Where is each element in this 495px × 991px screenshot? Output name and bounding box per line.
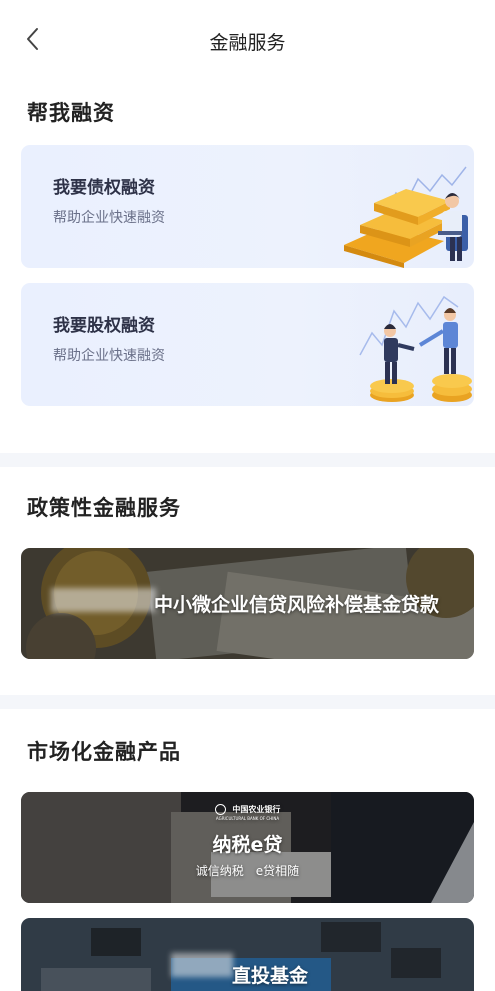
business-handshake-illustration bbox=[359, 295, 472, 402]
section-divider bbox=[0, 453, 495, 467]
bank-name-en: AGRICULTURAL BANK OF CHINA bbox=[215, 816, 280, 821]
tax-loan-title: 纳税e贷 bbox=[212, 834, 283, 856]
equity-financing-card[interactable]: 我要股权融资 帮助企业快速融资 bbox=[21, 283, 474, 406]
bank-logo: 中国农业银行 bbox=[21, 804, 474, 815]
bank-emblem-icon bbox=[214, 804, 226, 815]
policy-section-title: 政策性金融服务 bbox=[27, 496, 181, 520]
page-title: 金融服务 bbox=[209, 32, 286, 54]
policy-loan-banner[interactable]: 中小微企业信贷风险补偿基金贷款 bbox=[21, 548, 474, 659]
debt-financing-card[interactable]: 我要债权融资 帮助企业快速融资 bbox=[21, 145, 474, 268]
section-divider bbox=[0, 695, 495, 709]
bank-name: 中国农业银行 bbox=[232, 805, 281, 814]
market-section-title: 市场化金融产品 bbox=[27, 740, 181, 764]
direct-fund-title: 直投基金 bbox=[232, 965, 309, 987]
tax-loan-slogan: 诚信纳税 e贷相随 bbox=[195, 864, 300, 878]
policy-banner-title: 中小微企业信贷风险补偿基金贷款 bbox=[154, 594, 440, 616]
debt-financing-title: 我要债权融资 bbox=[53, 178, 155, 198]
nav-bar: 金融服务 bbox=[0, 0, 495, 82]
tax-loan-banner[interactable]: 中国农业银行 AGRICULTURAL BANK OF CHINA 纳税e贷 诚… bbox=[21, 792, 474, 903]
equity-financing-subtitle: 帮助企业快速融资 bbox=[53, 348, 165, 364]
blurred-region-label bbox=[51, 588, 156, 612]
financial-services-page: 金融服务 帮我融资 我要债权融资 帮助企业快速融资 我要股权融资 帮助企业快速融… bbox=[0, 0, 495, 991]
debt-financing-subtitle: 帮助企业快速融资 bbox=[53, 210, 165, 226]
blurred-region-label bbox=[171, 953, 233, 977]
direct-fund-banner[interactable]: 直投基金 bbox=[21, 918, 474, 991]
financing-section-title: 帮我融资 bbox=[27, 101, 115, 125]
equity-financing-title: 我要股权融资 bbox=[53, 316, 155, 336]
gold-bars-illustration bbox=[344, 166, 468, 268]
